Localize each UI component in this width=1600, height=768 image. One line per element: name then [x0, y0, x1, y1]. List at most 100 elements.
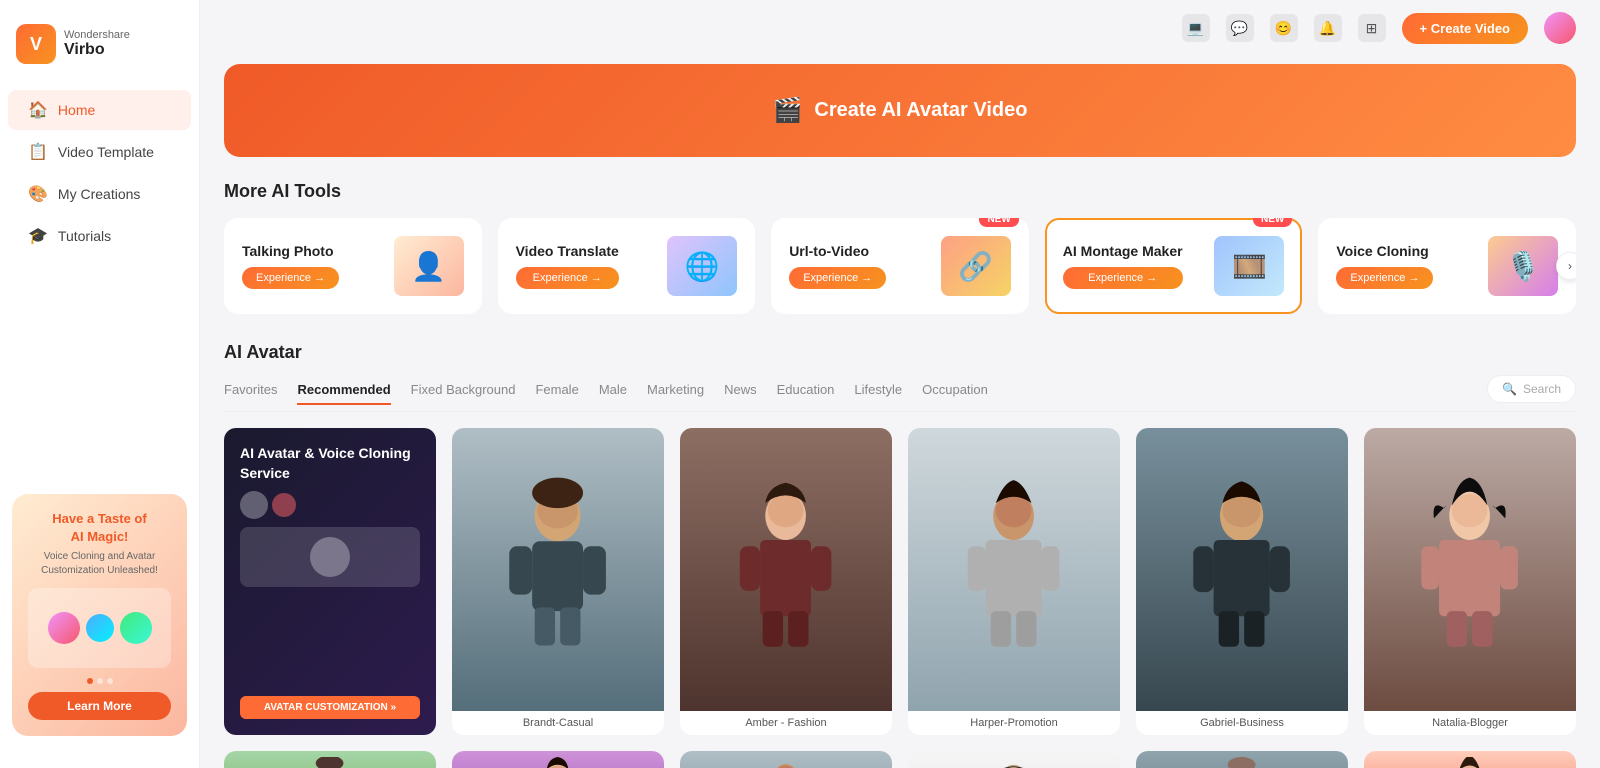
avatar-name-harper-promotion: Harper-Promotion	[908, 711, 1120, 735]
tool-name-voice-cloning: Voice Cloning	[1336, 243, 1433, 259]
avatar-grid-row2	[224, 751, 1576, 768]
tool-visual-url-to-video: 🔗	[941, 236, 1011, 296]
avatar-card-row2-2[interactable]	[452, 751, 664, 768]
video-template-icon: 📋	[28, 142, 48, 162]
chat-icon[interactable]: 💬	[1226, 14, 1254, 42]
avatar-card-row2-5[interactable]	[1136, 751, 1348, 768]
sidebar-item-tutorials[interactable]: 🎓 Tutorials	[8, 216, 191, 256]
promo-title: Have a Taste of AI Magic!	[28, 510, 171, 546]
search-icon: 🔍	[1502, 382, 1517, 396]
tab-marketing[interactable]: Marketing	[647, 382, 704, 405]
tool-visual-video-translate: 🌐	[667, 236, 737, 296]
tool-card-ai-montage[interactable]: NEW AI Montage Maker Experience → 🎞️	[1045, 218, 1303, 314]
brand-top: Wondershare	[64, 29, 130, 41]
tab-occupation[interactable]: Occupation	[922, 382, 988, 405]
experience-btn-voice-cloning[interactable]: Experience →	[1336, 267, 1433, 289]
avatar-card-harper-promotion[interactable]: Harper-Promotion	[908, 428, 1120, 735]
avatar-figure	[494, 442, 621, 696]
tool-card-url-to-video[interactable]: NEW Url-to-Video Experience → 🔗	[771, 218, 1029, 314]
experience-btn-talking-photo[interactable]: Experience →	[242, 267, 339, 289]
tools-nav-next-button[interactable]: ›	[1556, 252, 1576, 280]
promo-dots	[28, 678, 171, 684]
avatar-figure	[1406, 442, 1533, 696]
avatar-name-brandt-casual: Brandt-Casual	[452, 711, 664, 735]
top-bar: 💻 💬 😊 🔔 ⊞ + Create Video	[400, 0, 1600, 56]
tab-female[interactable]: Female	[535, 382, 578, 405]
avatar-customization-button[interactable]: AVATAR CUSTOMIZATION »	[240, 696, 420, 719]
avatar-card-brandt-casual[interactable]: Brandt-Casual	[452, 428, 664, 735]
sidebar-item-home-label: Home	[58, 102, 95, 118]
tab-favorites[interactable]: Favorites	[224, 382, 277, 405]
learn-more-button[interactable]: Learn More	[28, 692, 171, 720]
avatar-card-gabriel-business[interactable]: Gabriel-Business	[1136, 428, 1348, 735]
avatar-card-amber-fashion[interactable]: Amber - Fashion	[680, 428, 892, 735]
emoji-icon[interactable]: 😊	[1270, 14, 1298, 42]
tool-name-ai-montage: AI Montage Maker	[1063, 243, 1183, 259]
grid-icon[interactable]: ⊞	[1358, 14, 1386, 42]
bell-icon[interactable]: 🔔	[1314, 14, 1342, 42]
tab-male[interactable]: Male	[599, 382, 627, 405]
tab-fixed-background[interactable]: Fixed Background	[411, 382, 516, 405]
sidebar-item-home[interactable]: 🏠 Home	[8, 90, 191, 130]
sidebar-item-my-creations-label: My Creations	[58, 186, 140, 202]
avatar-promo-card[interactable]: AI Avatar & Voice Cloning Service AVATAR…	[224, 428, 436, 735]
more-tools-title: More AI Tools	[224, 181, 1576, 202]
logo-area: V Wondershare Virbo	[0, 16, 199, 88]
sidebar-promo-card: Have a Taste of AI Magic! Voice Cloning …	[12, 494, 187, 736]
search-placeholder: Search	[1523, 382, 1561, 396]
user-avatar[interactable]	[1544, 12, 1576, 44]
tool-visual-ai-montage: 🎞️	[1214, 236, 1284, 296]
tool-card-voice-cloning[interactable]: Voice Cloning Experience → 🎙️	[1318, 218, 1576, 314]
experience-btn-ai-montage[interactable]: Experience →	[1063, 267, 1183, 289]
main-content: 💻 💬 😊 🔔 ⊞ + Create Video 🎬 Create AI Ava…	[200, 0, 1600, 768]
tool-name-video-translate: Video Translate	[516, 243, 619, 259]
avatar-figure	[722, 442, 849, 696]
ai-avatar-title: AI Avatar	[224, 342, 1576, 363]
experience-btn-video-translate[interactable]: Experience →	[516, 267, 619, 289]
creations-icon: 🎨	[28, 184, 48, 204]
avatar-figure	[1178, 442, 1305, 696]
tool-card-video-translate[interactable]: Video Translate Experience → 🌐	[498, 218, 756, 314]
tool-name-url-to-video: Url-to-Video	[789, 243, 886, 259]
hero-text: Create AI Avatar Video	[814, 99, 1027, 122]
avatar-search[interactable]: 🔍 Search	[1487, 375, 1576, 403]
new-badge-ai-montage: NEW	[1253, 218, 1292, 227]
sidebar: V Wondershare Virbo 🏠 Home 📋 Video Templ…	[0, 0, 200, 768]
sidebar-item-video-template[interactable]: 📋 Video Template	[8, 132, 191, 172]
sidebar-item-video-template-label: Video Template	[58, 144, 154, 160]
avatar-promo-title: AI Avatar & Voice Cloning Service	[240, 444, 420, 483]
avatar-card-natalia-blogger[interactable]: Natalia-Blogger	[1364, 428, 1576, 735]
avatar-card-row2-1[interactable]	[224, 751, 436, 768]
avatar-name-gabriel-business: Gabriel-Business	[1136, 711, 1348, 735]
tools-row: Talking Photo Experience → 👤 Video Trans…	[224, 218, 1576, 314]
promo-subtitle: Voice Cloning and Avatar Customization U…	[28, 550, 171, 578]
promo-visual	[28, 588, 171, 668]
brand-main: Virbo	[64, 41, 130, 59]
tool-visual-talking-photo: 👤	[394, 236, 464, 296]
app-logo-icon: V	[16, 24, 56, 64]
avatar-name-amber-fashion: Amber - Fashion	[680, 711, 892, 735]
avatar-figure	[950, 442, 1077, 696]
tab-recommended[interactable]: Recommended	[297, 382, 390, 405]
tool-name-talking-photo: Talking Photo	[242, 243, 339, 259]
avatar-card-row2-3[interactable]	[680, 751, 892, 768]
tab-lifestyle[interactable]: Lifestyle	[854, 382, 902, 405]
avatar-name-natalia-blogger: Natalia-Blogger	[1364, 711, 1576, 735]
tab-news[interactable]: News	[724, 382, 757, 405]
tool-card-talking-photo[interactable]: Talking Photo Experience → 👤	[224, 218, 482, 314]
experience-btn-url-to-video[interactable]: Experience →	[789, 267, 886, 289]
avatar-grid-row1: AI Avatar & Voice Cloning Service AVATAR…	[224, 428, 1576, 735]
sidebar-nav: 🏠 Home 📋 Video Template 🎨 My Creations 🎓…	[0, 88, 199, 258]
hero-banner[interactable]: 🎬 Create AI Avatar Video	[224, 64, 1576, 157]
sidebar-item-tutorials-label: Tutorials	[58, 228, 111, 244]
app-logo-text: Wondershare Virbo	[64, 29, 130, 59]
new-badge-url-to-video: NEW	[979, 218, 1018, 227]
monitor-icon[interactable]: 💻	[1182, 14, 1210, 42]
avatar-tabs: Favorites Recommended Fixed Background F…	[224, 375, 1576, 412]
sidebar-item-my-creations[interactable]: 🎨 My Creations	[8, 174, 191, 214]
avatar-card-row2-6[interactable]	[1364, 751, 1576, 768]
tool-visual-voice-cloning: 🎙️	[1488, 236, 1558, 296]
create-video-button[interactable]: + Create Video	[1402, 13, 1528, 44]
avatar-card-row2-4[interactable]	[908, 751, 1120, 768]
tab-education[interactable]: Education	[777, 382, 835, 405]
